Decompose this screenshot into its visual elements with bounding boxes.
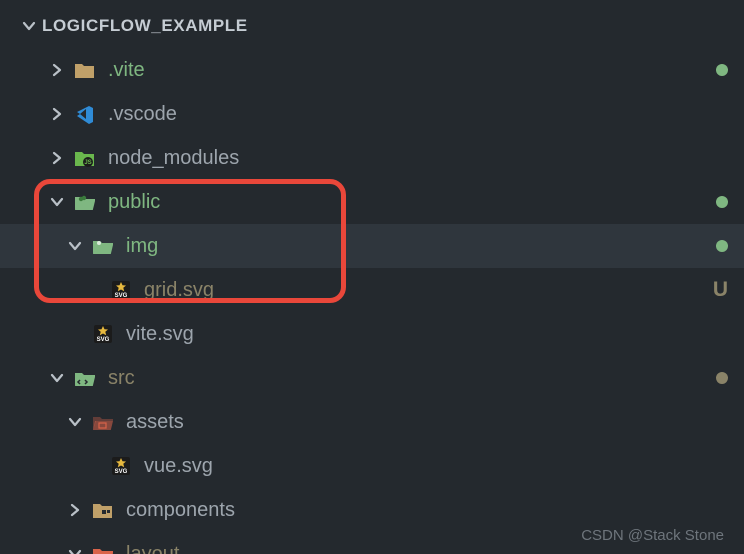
svg-file-icon: [88, 323, 118, 345]
git-modified-dot-icon: [716, 196, 728, 208]
item-label: grid.svg: [144, 279, 214, 302]
git-modified-dot-icon: [716, 64, 728, 76]
watermark-text: CSDN @Stack Stone: [581, 527, 724, 544]
tree-item-assets[interactable]: assets: [0, 400, 744, 444]
tree-item-vue-svg[interactable]: vue.svg: [0, 444, 744, 488]
chevron-down-icon: [16, 19, 42, 33]
item-label: vite.svg: [126, 323, 194, 346]
folder-open-icon: [88, 236, 118, 256]
tree-item-vite[interactable]: .vite: [0, 48, 744, 92]
vscode-folder-icon: [70, 104, 100, 124]
tree-item-src[interactable]: src: [0, 356, 744, 400]
root-label: LOGICFLOW_EXAMPLE: [42, 16, 248, 36]
chevron-right-icon: [44, 107, 70, 121]
tree-item-components[interactable]: components: [0, 488, 744, 532]
chevron-down-icon: [62, 415, 88, 429]
tree-root[interactable]: LOGICFLOW_EXAMPLE: [0, 4, 744, 48]
chevron-right-icon: [44, 63, 70, 77]
folder-open-icon: [70, 192, 100, 212]
item-label: vue.svg: [144, 455, 213, 478]
folder-icon: [88, 500, 118, 520]
item-label: public: [108, 191, 160, 214]
item-label: assets: [126, 411, 184, 434]
item-label: node_modules: [108, 147, 239, 170]
tree-item-node-modules[interactable]: node_modules: [0, 136, 744, 180]
chevron-down-icon: [62, 239, 88, 253]
item-label: .vscode: [108, 103, 177, 126]
item-label: img: [126, 235, 158, 258]
git-untracked-badge: U: [713, 278, 728, 302]
chevron-down-icon: [44, 371, 70, 385]
item-label: .vite: [108, 59, 145, 82]
svg-file-icon: [106, 279, 136, 301]
folder-icon: [70, 60, 100, 80]
tree-item-grid-svg[interactable]: grid.svg U: [0, 268, 744, 312]
chevron-down-icon: [44, 195, 70, 209]
svg-file-icon: [106, 455, 136, 477]
folder-open-icon: [88, 412, 118, 432]
tree-item-public[interactable]: public: [0, 180, 744, 224]
git-modified-dot-icon: [716, 240, 728, 252]
folder-open-icon: [88, 544, 118, 554]
chevron-right-icon: [44, 151, 70, 165]
git-modified-dot-icon: [716, 372, 728, 384]
tree-item-img[interactable]: img: [0, 224, 744, 268]
tree-item-vite-svg[interactable]: vite.svg: [0, 312, 744, 356]
chevron-right-icon: [62, 503, 88, 517]
tree-item-vscode[interactable]: .vscode: [0, 92, 744, 136]
chevron-down-icon: [62, 547, 88, 554]
nodejs-folder-icon: [70, 148, 100, 168]
item-label: src: [108, 367, 135, 390]
item-label: layout: [126, 543, 179, 554]
folder-open-icon: [70, 368, 100, 388]
file-explorer-tree: LOGICFLOW_EXAMPLE .vite .vscode node_mod…: [0, 0, 744, 554]
item-label: components: [126, 499, 235, 522]
